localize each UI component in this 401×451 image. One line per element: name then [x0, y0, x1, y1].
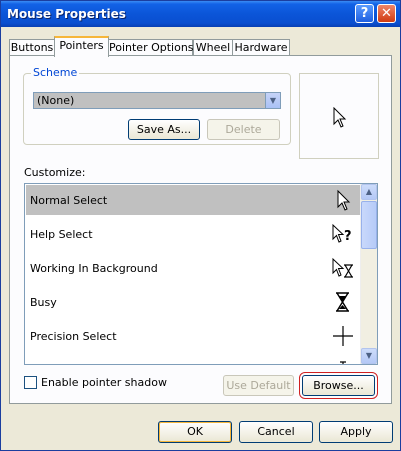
- ok-button[interactable]: OK: [158, 421, 232, 443]
- help-button[interactable]: ?: [355, 4, 374, 23]
- list-item-label: Normal Select: [30, 194, 108, 207]
- cancel-button[interactable]: Cancel: [239, 421, 313, 443]
- customize-label: Customize:: [24, 166, 86, 179]
- list-item-precision-select[interactable]: Precision Select: [26, 321, 362, 351]
- list-item-label: Busy: [30, 296, 57, 309]
- scroll-down-button[interactable]: ▼: [361, 348, 377, 364]
- scheme-select[interactable]: (None) ▼: [33, 92, 281, 109]
- save-as-button[interactable]: Save As...: [128, 119, 200, 140]
- scheme-legend: Scheme: [31, 66, 80, 79]
- help-pointer-icon: ?: [332, 223, 352, 244]
- scheme-group: Scheme (None) ▼ Save As... Delete: [23, 66, 291, 145]
- tab-hardware[interactable]: Hardware: [232, 39, 290, 55]
- arrow-pointer-icon: [333, 107, 347, 128]
- list-item-label: Precision Select: [30, 330, 117, 343]
- list-item-label: Help Select: [30, 228, 93, 241]
- tab-buttons[interactable]: Buttons: [9, 39, 55, 55]
- chevron-down-icon[interactable]: ▼: [265, 93, 280, 108]
- list-item-partial: [26, 355, 362, 364]
- close-button[interactable]: ✕: [377, 4, 396, 23]
- window-title: Mouse Properties: [7, 7, 126, 21]
- help-icon: ?: [360, 6, 369, 21]
- chevron-down-icon: ▼: [365, 351, 373, 360]
- list-item-help-select[interactable]: Help Select ?: [26, 219, 362, 249]
- list-item-normal-select[interactable]: Normal Select: [26, 185, 362, 215]
- list-item-working-in-background[interactable]: Working In Background: [26, 253, 362, 283]
- use-default-button[interactable]: Use Default: [223, 375, 294, 396]
- hourglass-icon: [336, 292, 349, 312]
- close-icon: ✕: [381, 6, 392, 21]
- scheme-select-value: (None): [37, 94, 75, 107]
- apply-button[interactable]: Apply: [319, 421, 393, 443]
- title-bar[interactable]: Mouse Properties ? ✕: [1, 1, 400, 27]
- tab-pointers[interactable]: Pointers: [54, 36, 109, 57]
- tab-pointer-options[interactable]: Pointer Options: [108, 39, 194, 55]
- text-select-icon: [340, 361, 346, 364]
- pointer-shadow-checkbox[interactable]: [24, 376, 37, 389]
- tab-wheel[interactable]: Wheel: [193, 39, 233, 55]
- mouse-properties-dialog: Mouse Properties ? ✕ Buttons Pointers Po…: [0, 0, 401, 451]
- list-item-busy[interactable]: Busy: [26, 287, 362, 317]
- browse-button[interactable]: Browse...: [299, 372, 378, 399]
- scroll-thumb[interactable]: [361, 201, 377, 249]
- list-item-label: Working In Background: [30, 262, 158, 275]
- pointer-shadow-label: Enable pointer shadow: [41, 376, 167, 389]
- scroll-up-button[interactable]: ▲: [361, 184, 377, 200]
- chevron-up-icon: ▲: [365, 187, 373, 196]
- crosshair-icon: [333, 326, 353, 346]
- pointer-preview: [299, 73, 379, 159]
- pointer-list[interactable]: Normal Select Help Select ? Working In B…: [24, 183, 378, 365]
- working-pointer-icon: [332, 257, 353, 278]
- delete-button[interactable]: Delete: [207, 119, 280, 140]
- pointers-panel: Scheme (None) ▼ Save As... Delete Custom…: [9, 55, 392, 404]
- arrow-pointer-icon: [337, 189, 351, 211]
- list-scrollbar[interactable]: ▲ ▼: [360, 184, 377, 364]
- svg-text:?: ?: [344, 229, 352, 244]
